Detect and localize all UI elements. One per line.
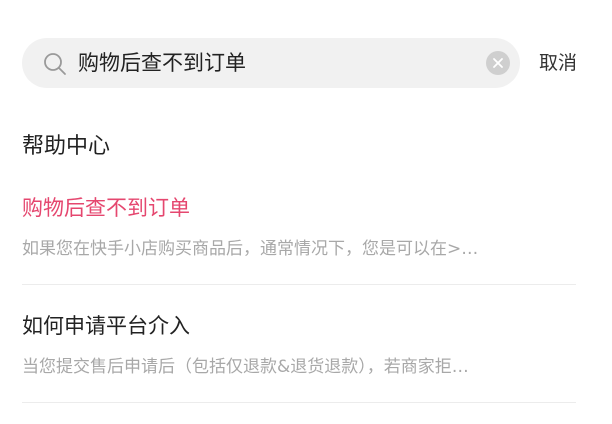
search-icon [42,51,68,77]
section-title-help-center: 帮助中心 [22,134,111,159]
result-snippet: 当您提交售后申请后（包括仅退款&退货退款），若商家拒… [22,357,469,377]
divider [22,402,576,403]
result-item[interactable]: 如何申请平台介入 当您提交售后申请后（包括仅退款&退货退款），若商家拒… [22,311,576,379]
cancel-button[interactable]: 取消 [539,50,577,76]
divider [22,284,576,285]
clear-button[interactable] [486,51,510,75]
search-bar[interactable] [22,38,520,88]
search-input[interactable] [78,38,478,88]
result-title: 购物后查不到订单 [22,196,190,220]
result-item[interactable]: 购物后查不到订单 如果您在快手小店购买商品后，通常情况下，您是可以在>… [22,193,576,261]
close-icon [493,58,503,68]
result-snippet: 如果您在快手小店购买商品后，通常情况下，您是可以在>… [22,239,479,259]
result-title: 如何申请平台介入 [22,314,190,338]
